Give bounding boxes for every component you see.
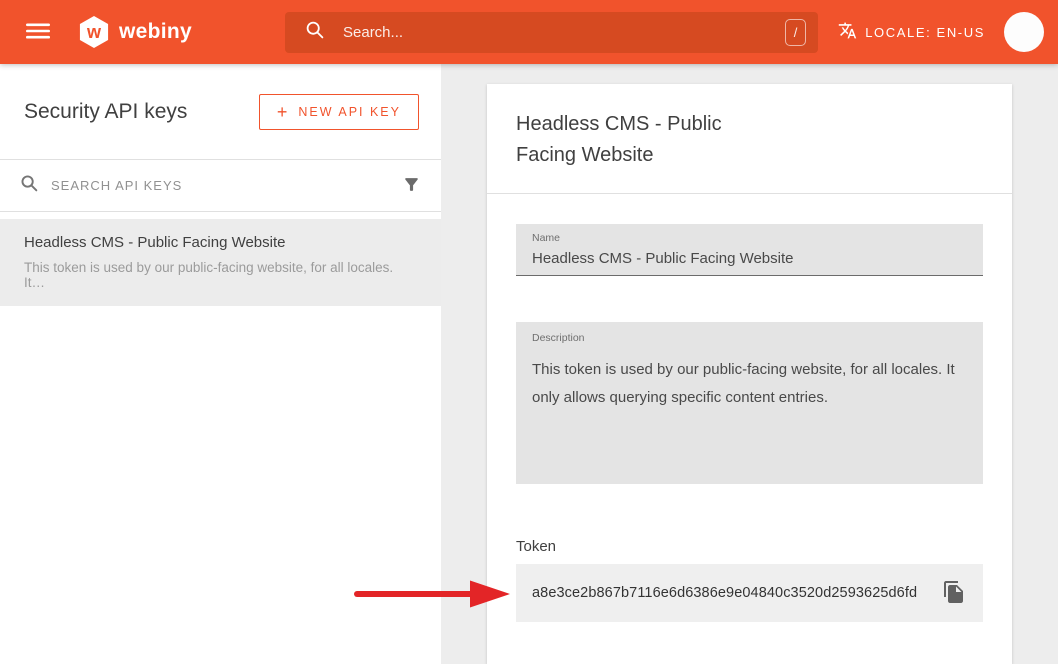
name-input[interactable] bbox=[532, 250, 967, 267]
api-key-search-input[interactable] bbox=[51, 178, 390, 193]
token-label: Token bbox=[516, 538, 983, 555]
locale-label: LOCALE: EN-US bbox=[865, 25, 985, 40]
plus-icon: + bbox=[277, 103, 288, 121]
app-body: Security API keys + NEW API KEY Headless… bbox=[0, 64, 1058, 664]
token-value: a8e3ce2b867b7116e6d6386e9e04840c3520d259… bbox=[532, 585, 938, 601]
api-key-list: Headless CMS - Public Facing Website Thi… bbox=[0, 212, 441, 306]
description-textarea[interactable]: This token is used by our public-facing … bbox=[532, 356, 967, 476]
list-item-description: This token is used by our public-facing … bbox=[24, 260, 417, 290]
copy-icon bbox=[942, 580, 966, 607]
detail-title: Headless CMS - Public Facing Website bbox=[516, 109, 776, 171]
user-avatar[interactable] bbox=[1004, 12, 1044, 52]
global-search: / bbox=[285, 12, 818, 53]
api-key-list-item[interactable]: Headless CMS - Public Facing Website Thi… bbox=[0, 219, 441, 306]
detail-area: Headless CMS - Public Facing Website Nam… bbox=[441, 64, 1058, 664]
copy-token-button[interactable] bbox=[938, 576, 970, 611]
api-key-detail-card: Headless CMS - Public Facing Website Nam… bbox=[487, 84, 1012, 664]
search-shortcut-badge: / bbox=[785, 19, 806, 46]
webiny-logo[interactable]: w webiny bbox=[78, 16, 192, 48]
shortcut-key-label: / bbox=[794, 25, 798, 40]
api-key-search-bar bbox=[0, 160, 441, 212]
page-title: Security API keys bbox=[24, 100, 187, 124]
logo-letter: w bbox=[87, 22, 101, 43]
logo-hexagon-icon: w bbox=[78, 16, 110, 48]
detail-card-header: Headless CMS - Public Facing Website bbox=[487, 84, 1012, 194]
description-label: Description bbox=[532, 332, 967, 344]
hamburger-icon bbox=[26, 19, 50, 46]
header-right-group: LOCALE: EN-US bbox=[838, 0, 1044, 64]
filter-button[interactable] bbox=[402, 175, 421, 197]
global-search-input[interactable] bbox=[343, 24, 785, 41]
locale-switcher[interactable]: LOCALE: EN-US bbox=[838, 21, 985, 43]
name-field: Name bbox=[516, 224, 983, 276]
panel-header: Security API keys + NEW API KEY bbox=[0, 64, 441, 160]
logo-wordmark: webiny bbox=[119, 20, 192, 44]
app-header: w webiny / LOCALE: EN-US bbox=[0, 0, 1058, 64]
api-keys-panel: Security API keys + NEW API KEY Headless… bbox=[0, 64, 441, 664]
menu-button[interactable] bbox=[24, 18, 52, 46]
new-api-key-button[interactable]: + NEW API KEY bbox=[259, 94, 419, 130]
detail-card-body: Name Description This token is used by o… bbox=[487, 194, 1012, 622]
search-icon bbox=[305, 20, 325, 45]
description-field: Description This token is used by our pu… bbox=[516, 322, 983, 484]
token-box: a8e3ce2b867b7116e6d6386e9e04840c3520d259… bbox=[516, 564, 983, 622]
filter-icon bbox=[402, 175, 421, 197]
list-item-title: Headless CMS - Public Facing Website bbox=[24, 234, 417, 251]
search-icon bbox=[20, 174, 39, 198]
name-label: Name bbox=[532, 232, 967, 244]
new-api-key-label: NEW API KEY bbox=[298, 105, 401, 119]
translate-icon bbox=[838, 21, 857, 43]
